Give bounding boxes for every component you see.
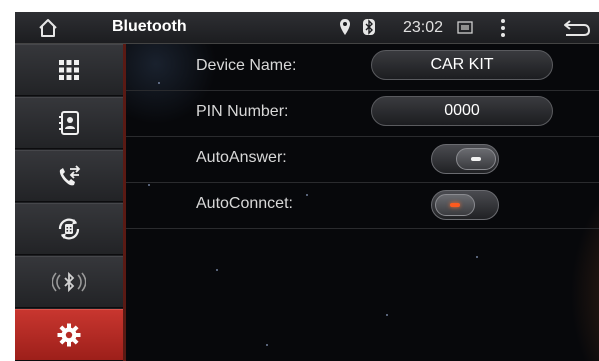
location-pin-icon [340, 19, 350, 35]
back-icon[interactable] [562, 18, 592, 38]
screenshot-icon[interactable] [457, 21, 473, 34]
pin-number-field[interactable]: 0000 [371, 96, 553, 126]
auto-answer-label: AutoAnswer: [196, 149, 287, 166]
auto-connect-toggle[interactable] [431, 190, 499, 220]
phone-sync-icon [58, 218, 80, 240]
auto-answer-toggle[interactable] [431, 144, 499, 174]
sidebar-item-apps[interactable] [15, 44, 123, 96]
sidebar-item-call-log[interactable] [15, 150, 123, 202]
menu-icon[interactable] [500, 18, 506, 38]
toggle-knob [456, 148, 496, 170]
bluetooth-icon [363, 19, 375, 35]
home-icon[interactable] [37, 17, 59, 39]
app-title: Bluetooth [112, 18, 187, 35]
settings-gear-icon [57, 323, 81, 347]
pin-number-label: PIN Number: [196, 103, 289, 120]
sidebar [15, 44, 126, 361]
bluetooth-audio-icon [52, 271, 86, 293]
call-transfer-icon [59, 165, 81, 186]
sidebar-item-dialer-sync[interactable] [15, 203, 123, 255]
device-name-row: Device Name: CAR KIT [126, 44, 599, 91]
device-name-label: Device Name: [196, 57, 297, 74]
sidebar-item-bluetooth-audio[interactable] [15, 256, 123, 308]
device-name-field[interactable]: CAR KIT [371, 50, 553, 80]
grid-icon [59, 60, 79, 80]
bluetooth-settings-screen: Bluetooth 23:02 Device Name: CAR KIT PIN… [15, 12, 599, 361]
toggle-knob [435, 194, 475, 216]
status-bar: Bluetooth 23:02 [15, 12, 599, 44]
sidebar-item-settings[interactable] [15, 309, 123, 361]
sidebar-item-contacts[interactable] [15, 97, 123, 149]
auto-connect-row: AutoConncet: [126, 182, 599, 229]
settings-panel: Device Name: CAR KIT PIN Number: 0000 Au… [126, 44, 599, 361]
clock: 23:02 [403, 19, 444, 36]
pin-number-row: PIN Number: 0000 [126, 90, 599, 137]
auto-connect-label: AutoConncet: [196, 195, 293, 212]
contacts-icon [59, 111, 79, 135]
auto-answer-row: AutoAnswer: [126, 136, 599, 183]
